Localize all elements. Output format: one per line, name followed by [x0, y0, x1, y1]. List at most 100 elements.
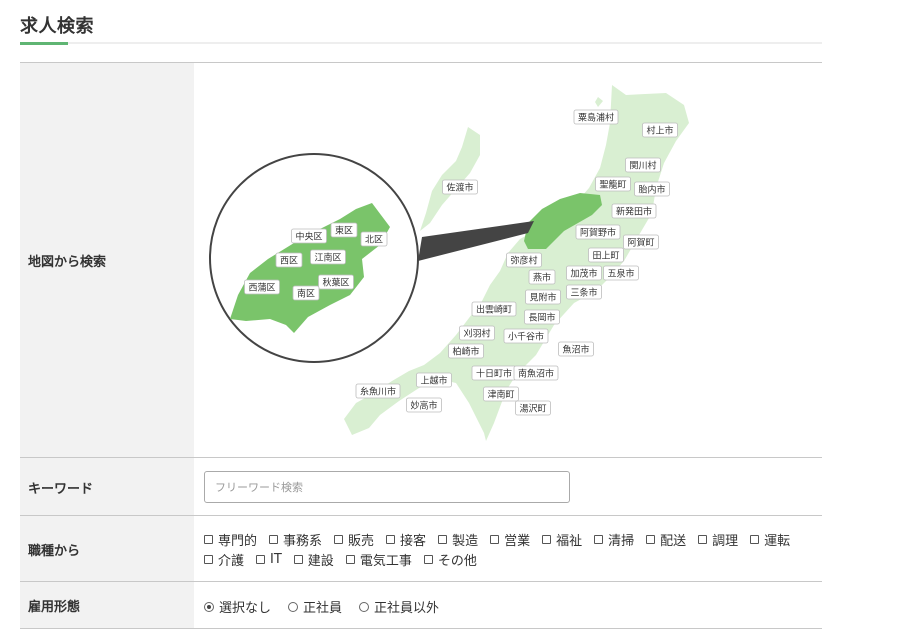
- city-label[interactable]: 上越市: [416, 372, 452, 388]
- keyword-input[interactable]: [204, 471, 570, 503]
- city-label[interactable]: 聖籠町: [595, 176, 631, 192]
- checkbox[interactable]: [293, 554, 303, 564]
- checkbox[interactable]: [386, 534, 396, 544]
- job-type-option[interactable]: 福祉: [542, 531, 583, 549]
- map-label-text: 糸魚川市: [360, 386, 396, 398]
- job-type-option[interactable]: 営業: [490, 531, 531, 549]
- checkbox[interactable]: [646, 534, 656, 544]
- checkbox[interactable]: [345, 554, 355, 564]
- city-label[interactable]: 妙高市: [406, 397, 442, 413]
- checkbox[interactable]: [594, 534, 604, 544]
- checkbox[interactable]: [204, 534, 213, 544]
- job-type-option-label: 事務系: [283, 533, 323, 549]
- job-type-option[interactable]: 販売: [334, 531, 374, 549]
- job-type-option[interactable]: 専門的: [204, 531, 257, 549]
- checkbox[interactable]: [490, 534, 500, 544]
- ward-label[interactable]: 秋葉区: [318, 274, 354, 290]
- job-type-option[interactable]: 接客: [386, 531, 427, 549]
- job-type-option-label: 接客: [400, 533, 427, 549]
- employment-option[interactable]: 選択なし: [204, 597, 271, 616]
- city-label[interactable]: 加茂市: [566, 265, 602, 281]
- map-label-text: 湯沢町: [519, 403, 546, 415]
- city-label[interactable]: 村上市: [642, 122, 678, 138]
- employment-option[interactable]: 正社員以外: [359, 597, 439, 616]
- job-type-option[interactable]: 事務系: [269, 531, 323, 549]
- job-type-option[interactable]: 調理: [698, 531, 738, 549]
- map-label-text: 魚沼市: [562, 344, 589, 356]
- city-label[interactable]: 十日町市: [471, 365, 517, 381]
- city-label[interactable]: 五泉市: [603, 265, 639, 281]
- job-type-checkbox-group: 専門的 事務系 販売 接客 製造 営業 福祉 清掃 配送 調理 運転介護 IT 建設 電気工事 その他: [204, 531, 819, 569]
- job-type-option[interactable]: 介護: [204, 551, 244, 569]
- job-type-option[interactable]: 建設: [293, 551, 334, 569]
- ward-label[interactable]: 西区: [275, 252, 303, 268]
- checkbox[interactable]: [750, 534, 760, 544]
- city-label[interactable]: 南魚沼市: [513, 365, 559, 381]
- job-type-option-label: 営業: [504, 533, 531, 549]
- job-type-option[interactable]: 運転: [750, 531, 790, 549]
- map-label-text: 関川村: [629, 160, 656, 172]
- map-label-text: 胎内市: [638, 184, 665, 196]
- job-type-option[interactable]: 清掃: [594, 531, 634, 549]
- map-label-text: 阿賀町: [627, 237, 654, 249]
- ward-label[interactable]: 北区: [360, 231, 388, 247]
- city-label[interactable]: 糸魚川市: [355, 383, 401, 399]
- city-label[interactable]: 魚沼市: [558, 341, 594, 357]
- employment-row: 雇用形態 選択なし 正社員 正社員以外: [20, 581, 822, 629]
- ward-label[interactable]: 中央区: [291, 228, 327, 244]
- checkbox[interactable]: [542, 534, 552, 544]
- city-label[interactable]: 田上町: [588, 247, 624, 263]
- city-label[interactable]: 柏崎市: [448, 343, 484, 359]
- map-label-text: 長岡市: [528, 312, 555, 324]
- city-label[interactable]: 三条市: [566, 284, 602, 300]
- job-type-option[interactable]: 配送: [646, 531, 686, 549]
- awashima-island[interactable]: [595, 97, 603, 107]
- city-label[interactable]: 弥彦村: [506, 252, 542, 268]
- city-label[interactable]: 小千谷市: [503, 328, 549, 344]
- job-type-option[interactable]: 電気工事: [345, 551, 412, 569]
- checkbox[interactable]: [698, 534, 708, 544]
- job-type-option-label: 福祉: [556, 533, 583, 549]
- city-label[interactable]: 津南町: [483, 386, 519, 402]
- map-label-text: 阿賀野市: [580, 227, 616, 239]
- employment-option[interactable]: 正社員: [288, 597, 342, 616]
- checkbox[interactable]: [256, 554, 266, 564]
- city-label[interactable]: 阿賀野市: [575, 224, 621, 240]
- city-label[interactable]: 粟島浦村: [573, 109, 619, 125]
- ward-label[interactable]: 江南区: [310, 249, 346, 265]
- checkbox[interactable]: [334, 534, 344, 544]
- job-type-option-label: 電気工事: [359, 553, 412, 569]
- radio-button[interactable]: [359, 601, 370, 612]
- city-label[interactable]: 長岡市: [524, 309, 560, 325]
- city-label[interactable]: 関川村: [625, 157, 661, 173]
- map-label-text: 北区: [365, 235, 383, 246]
- ward-label[interactable]: 南区: [292, 285, 320, 301]
- checkbox[interactable]: [269, 534, 279, 544]
- job-type-option[interactable]: IT: [256, 551, 282, 567]
- radio-button[interactable]: [204, 601, 214, 612]
- job-type-option[interactable]: 製造: [438, 531, 478, 549]
- checkbox[interactable]: [423, 554, 433, 564]
- city-label[interactable]: 胎内市: [634, 181, 670, 197]
- city-label[interactable]: 阿賀町: [623, 234, 659, 250]
- sado-island[interactable]: [420, 127, 480, 231]
- job-type-option[interactable]: その他: [423, 551, 477, 569]
- city-label[interactable]: 新発田市: [611, 203, 657, 219]
- job-type-row: 職種から 専門的 事務系 販売 接客 製造 営業 福祉 清掃 配送 調理 運転介護 IT 建設 電気工事 そ…: [20, 515, 822, 582]
- job-type-option-label: 建設: [307, 553, 334, 569]
- ward-label[interactable]: 東区: [330, 222, 358, 238]
- city-label[interactable]: 燕市: [528, 269, 556, 285]
- city-label[interactable]: 見附市: [525, 289, 561, 305]
- checkbox[interactable]: [204, 554, 213, 564]
- keyword-row: キーワード: [20, 457, 822, 516]
- city-label[interactable]: 佐渡市: [442, 179, 478, 195]
- job-type-label: 職種から: [20, 516, 194, 582]
- map-label-text: 江南区: [314, 252, 341, 264]
- checkbox[interactable]: [438, 534, 448, 544]
- city-label[interactable]: 出雲崎町: [471, 301, 517, 317]
- employment-option-label: 正社員: [303, 601, 343, 616]
- city-label[interactable]: 湯沢町: [515, 400, 551, 416]
- radio-button[interactable]: [288, 601, 299, 612]
- ward-label[interactable]: 西蒲区: [244, 279, 280, 295]
- city-label[interactable]: 刈羽村: [459, 325, 495, 341]
